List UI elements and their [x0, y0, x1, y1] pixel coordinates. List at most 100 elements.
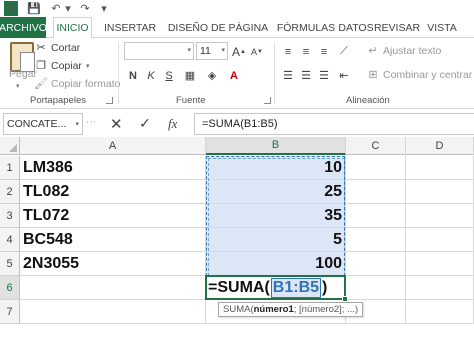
- formula-input[interactable]: =SUMA(B1:B5): [194, 113, 474, 135]
- cell-d1[interactable]: [406, 156, 474, 180]
- align-bottom-icon[interactable]: ≡: [316, 43, 332, 60]
- cell-b1[interactable]: 10: [206, 156, 346, 180]
- tab-insertar[interactable]: INSERTAR: [99, 17, 161, 38]
- cell-d5[interactable]: [406, 252, 474, 276]
- column-header-a[interactable]: A: [20, 137, 206, 155]
- function-arguments-tooltip[interactable]: SUMA(número1; [número2]; ...): [218, 302, 364, 317]
- shrink-font-button[interactable]: A ▼: [250, 43, 264, 60]
- paste-label: Pegar: [9, 68, 38, 80]
- cell-c5[interactable]: [346, 252, 406, 276]
- cell-a7[interactable]: [20, 300, 206, 324]
- merge-icon: ⊞: [368, 69, 378, 81]
- select-all-button[interactable]: [0, 137, 20, 155]
- copy-icon: ❐: [36, 60, 46, 72]
- formula-bar-resize-handle[interactable]: ⋮: [85, 117, 96, 131]
- cell-a5[interactable]: 2N3055: [20, 252, 206, 276]
- align-right-icon[interactable]: ☰: [316, 67, 332, 84]
- cell-a6[interactable]: [20, 276, 206, 300]
- grow-font-button[interactable]: A ▲: [232, 43, 246, 60]
- merge-center-label: Combinar y centrar: [383, 68, 473, 81]
- row-header-4[interactable]: 4: [0, 228, 20, 252]
- copy-dropdown-icon[interactable]: ▾: [86, 62, 90, 70]
- row-header-1[interactable]: 1: [0, 156, 20, 180]
- row-header-6[interactable]: 6: [0, 276, 20, 300]
- tab-revisar[interactable]: REVISAR: [370, 17, 424, 38]
- cell-d6[interactable]: [406, 276, 474, 300]
- font-group-label: Fuente: [176, 95, 206, 106]
- undo-dropdown-icon[interactable]: ▾: [64, 1, 72, 16]
- cell-a3[interactable]: TL072: [20, 204, 206, 228]
- cut-button[interactable]: ✂ Cortar: [34, 41, 80, 55]
- cell-c2[interactable]: [346, 180, 406, 204]
- redo-icon[interactable]: ↷: [77, 1, 93, 16]
- name-box-value: CONCATE...: [7, 118, 67, 130]
- wrap-text-button[interactable]: ↵ Ajustar texto: [366, 44, 441, 58]
- cell-c1[interactable]: [346, 156, 406, 180]
- font-size-combo[interactable]: 11 ▾: [196, 42, 228, 60]
- formula-range-reference[interactable]: B1:B5: [270, 277, 322, 298]
- save-icon[interactable]: 💾: [27, 1, 41, 16]
- underline-button[interactable]: S: [162, 67, 176, 84]
- font-name-combo[interactable]: ▾: [124, 42, 194, 60]
- cell-a1[interactable]: LM386: [20, 156, 206, 180]
- column-header-d[interactable]: D: [406, 137, 474, 155]
- undo-icon[interactable]: ↶: [48, 1, 64, 16]
- cell-d7[interactable]: [406, 300, 474, 324]
- merge-center-button[interactable]: ⊞ Combinar y centrar: [366, 68, 473, 82]
- cell-c6[interactable]: [346, 276, 406, 300]
- chevron-down-icon: ▾: [75, 121, 79, 128]
- fill-color-icon[interactable]: ◈: [204, 67, 220, 84]
- borders-icon[interactable]: ▦: [182, 67, 198, 84]
- clipboard-launcher-icon[interactable]: [106, 97, 113, 104]
- cell-a2[interactable]: TL082: [20, 180, 206, 204]
- chevron-down-icon: ▾: [16, 83, 20, 90]
- chevron-down-icon: ▾: [187, 47, 191, 54]
- cell-b3[interactable]: 35: [206, 204, 346, 228]
- align-center-icon[interactable]: ☰: [298, 67, 314, 84]
- row-header-7[interactable]: 7: [0, 300, 20, 324]
- column-header-c[interactable]: C: [346, 137, 406, 155]
- format-painter-button[interactable]: 🖌 Copiar formato: [34, 77, 120, 91]
- indent-icon[interactable]: ⇤: [336, 67, 352, 84]
- cell-d2[interactable]: [406, 180, 474, 204]
- align-middle-icon[interactable]: ≡: [298, 43, 314, 60]
- formula-prefix: =SUMA(: [208, 278, 270, 296]
- cell-a4[interactable]: BC548: [20, 228, 206, 252]
- insert-function-icon[interactable]: fx: [168, 116, 177, 132]
- row-header-3[interactable]: 3: [0, 204, 20, 228]
- group-divider: [274, 42, 275, 104]
- tooltip-function-name: SUMA(: [223, 304, 254, 315]
- align-left-icon[interactable]: ☰: [280, 67, 296, 84]
- bold-button[interactable]: N: [126, 67, 140, 84]
- cell-c3[interactable]: [346, 204, 406, 228]
- group-divider: [118, 42, 119, 104]
- chevron-down-icon: ▾: [221, 47, 225, 54]
- font-color-icon[interactable]: A: [226, 67, 242, 84]
- tab-diseno-de-pagina[interactable]: DISEÑO DE PÁGINA: [166, 17, 270, 38]
- cell-b5[interactable]: 100: [206, 252, 346, 276]
- tab-inicio[interactable]: INICIO: [53, 17, 92, 39]
- tab-archivo[interactable]: ARCHIVO: [0, 17, 47, 38]
- paste-button[interactable]: Pegar ▾: [2, 38, 38, 93]
- row-header-5[interactable]: 5: [0, 252, 20, 276]
- confirm-entry-icon[interactable]: ✓: [139, 115, 151, 132]
- cell-b4[interactable]: 5: [206, 228, 346, 252]
- cell-b6-formula-edit[interactable]: =SUMA( B1:B5 ): [208, 277, 327, 298]
- tab-vista[interactable]: VISTA: [422, 17, 462, 38]
- cell-b2[interactable]: 25: [206, 180, 346, 204]
- cell-c4[interactable]: [346, 228, 406, 252]
- orientation-icon[interactable]: ⟋: [336, 43, 352, 60]
- font-launcher-icon[interactable]: [264, 97, 271, 104]
- column-header-b[interactable]: B: [206, 137, 346, 155]
- cell-d3[interactable]: [406, 204, 474, 228]
- customize-toolbar-icon[interactable]: ▾: [99, 1, 109, 16]
- align-top-icon[interactable]: ≡: [280, 43, 296, 60]
- row-header-2[interactable]: 2: [0, 180, 20, 204]
- scissors-icon: ✂: [36, 42, 46, 54]
- name-box[interactable]: CONCATE... ▾: [3, 113, 83, 135]
- copy-button[interactable]: ❐ Copiar ▾: [34, 59, 90, 73]
- format-painter-icon: 🖌: [34, 78, 48, 90]
- cell-d4[interactable]: [406, 228, 474, 252]
- cancel-entry-icon[interactable]: ✕: [110, 115, 123, 133]
- italic-button[interactable]: K: [144, 67, 158, 84]
